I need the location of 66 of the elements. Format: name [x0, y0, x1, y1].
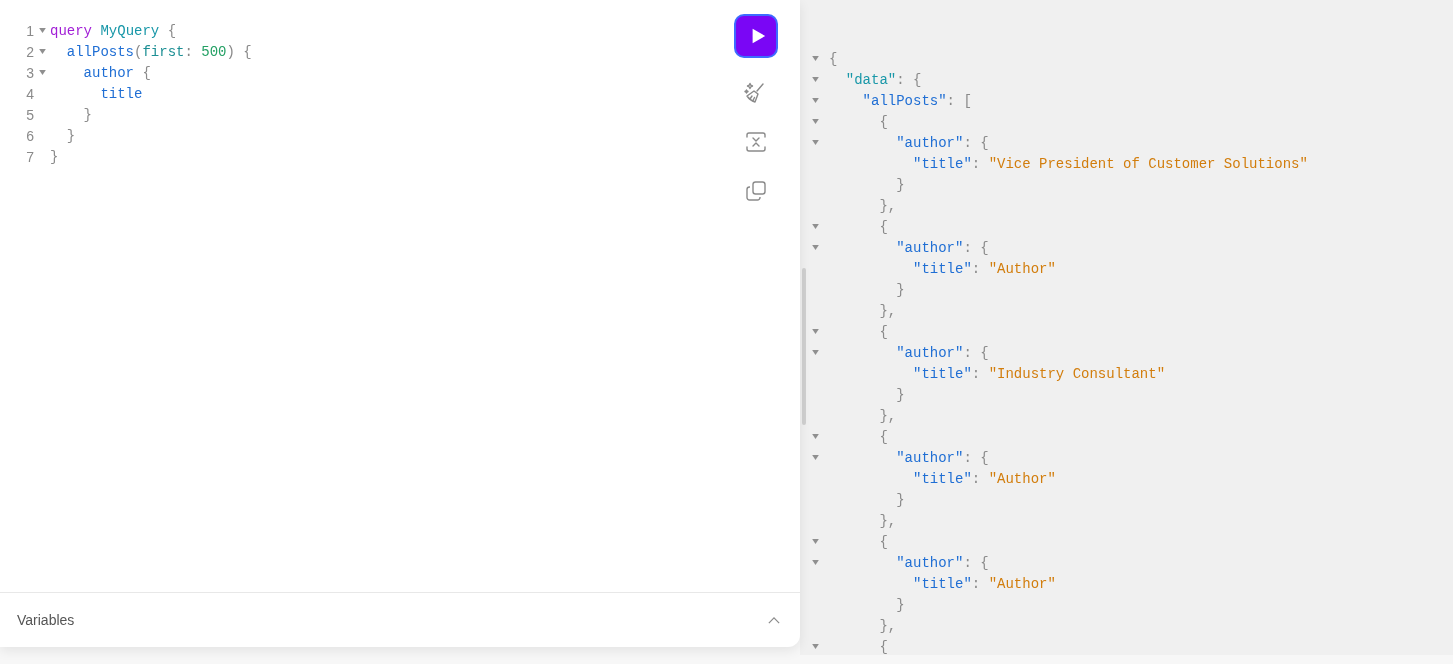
fold-arrow-icon[interactable]	[812, 140, 819, 145]
fold-arrow-icon[interactable]	[38, 49, 46, 54]
json-line: {	[879, 533, 888, 550]
line-number: 3	[25, 64, 34, 81]
code-line: title	[100, 85, 143, 102]
json-line: "title": "Industry Consultant"	[913, 365, 1166, 382]
json-line: "title": "Author"	[913, 470, 1056, 487]
fold-arrow-icon[interactable]	[812, 77, 819, 82]
json-line: }	[896, 386, 905, 403]
json-line: "data": {	[845, 71, 922, 88]
fold-arrow-icon[interactable]	[812, 329, 819, 334]
json-line: "author": {	[896, 449, 989, 466]
json-line: {	[879, 218, 888, 235]
run-button[interactable]	[734, 14, 778, 58]
copy-icon[interactable]	[744, 179, 768, 203]
json-line: },	[879, 512, 897, 529]
json-line: },	[879, 302, 897, 319]
line-number: 7	[25, 148, 34, 165]
chevron-icon[interactable]	[768, 616, 780, 624]
json-line: "author": {	[896, 344, 989, 361]
json-line: "allPosts": [	[862, 92, 972, 109]
variables-label: Variables	[17, 612, 75, 628]
code-line: }	[50, 148, 59, 165]
line-number: 5	[25, 106, 34, 123]
json-line: }	[896, 491, 905, 508]
fold-arrow-icon[interactable]	[812, 644, 819, 649]
line-number: 2	[25, 43, 34, 60]
line-number: 1	[25, 22, 34, 39]
json-line: "title": "Author"	[913, 260, 1056, 277]
merge-icon[interactable]	[744, 130, 768, 154]
code-line: allPosts(first: 500) {	[66, 43, 252, 60]
code-line: }	[83, 106, 92, 123]
json-line: {	[879, 113, 888, 130]
line-number: 6	[25, 127, 34, 144]
json-line: },	[879, 407, 897, 424]
code-line: author {	[83, 64, 151, 81]
json-line: "author": {	[896, 239, 989, 256]
fold-arrow-icon[interactable]	[812, 434, 819, 439]
fold-arrow-icon[interactable]	[38, 28, 46, 33]
line-number: 4	[25, 85, 34, 102]
fold-arrow-icon[interactable]	[812, 455, 819, 460]
json-line: }	[896, 281, 905, 298]
fold-arrow-icon[interactable]	[812, 56, 819, 61]
fold-arrow-icon[interactable]	[38, 70, 46, 75]
json-line: {	[879, 323, 888, 340]
code-line: query MyQuery {	[50, 22, 177, 39]
json-line: "title": "Author"	[913, 575, 1056, 592]
fold-arrow-icon[interactable]	[812, 245, 819, 250]
code-line: }	[66, 127, 76, 144]
json-line: {	[879, 638, 888, 655]
fold-arrow-icon[interactable]	[812, 224, 819, 229]
json-line: "author": {	[896, 554, 989, 571]
json-line: }	[896, 596, 905, 613]
fold-arrow-icon[interactable]	[812, 98, 819, 103]
fold-arrow-icon[interactable]	[812, 539, 819, 544]
fold-arrow-icon[interactable]	[812, 350, 819, 355]
fold-arrow-icon[interactable]	[812, 560, 819, 565]
json-line: {	[879, 428, 888, 445]
fold-arrow-icon[interactable]	[812, 119, 819, 124]
variables-bar[interactable]: Variables	[0, 592, 800, 647]
json-line: {	[829, 50, 838, 67]
json-line: "title": "Vice President of Customer Solutions"	[913, 155, 1308, 172]
json-line: },	[879, 617, 897, 634]
json-line: },	[879, 197, 897, 214]
json-line: }	[896, 176, 905, 193]
json-line: "author": {	[896, 134, 989, 151]
